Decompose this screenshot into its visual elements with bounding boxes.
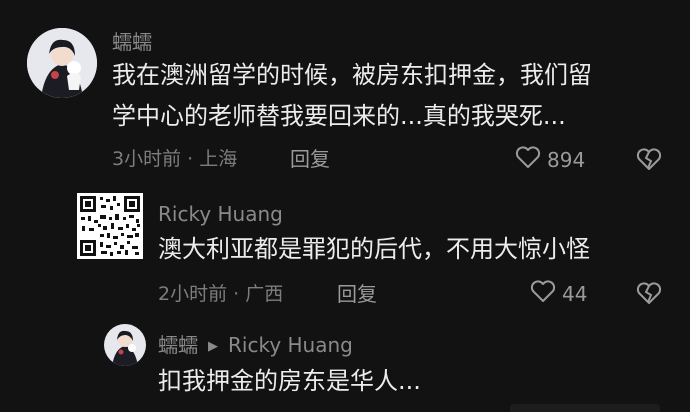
heart-outline-icon <box>515 145 541 174</box>
heart-outline-icon <box>530 279 556 308</box>
avatar[interactable] <box>104 324 146 366</box>
partial-element-bottom <box>510 404 660 412</box>
reply-to-username[interactable]: Ricky Huang <box>228 333 353 357</box>
dislike-button[interactable] <box>636 147 662 175</box>
username[interactable]: 蠕蠕 <box>112 30 152 54</box>
username[interactable]: 蠕蠕 <box>158 333 198 357</box>
like-button[interactable]: 894 <box>515 145 585 174</box>
comment-time-location: 2小时前 · 广西 <box>158 283 284 305</box>
avatar[interactable] <box>27 28 97 98</box>
like-count: 894 <box>547 147 586 172</box>
dislike-button[interactable] <box>636 281 662 309</box>
username[interactable]: Ricky Huang <box>158 202 283 226</box>
triangle-right-icon: ▶ <box>208 339 218 354</box>
comment-text-line-2: 学中心的老师替我要回来的...真的我哭死... <box>112 102 566 130</box>
comment-text-line-1: 我在澳洲留学的时候，被房东扣押金，我们留 <box>112 61 592 89</box>
avatar-qr-code[interactable] <box>77 193 143 259</box>
like-count: 44 <box>562 281 588 306</box>
comment-text: 澳大利亚都是罪犯的后代，不用大惊小怪 <box>158 235 590 263</box>
broken-heart-icon <box>636 148 662 175</box>
broken-heart-icon <box>636 282 662 309</box>
reply-header: 蠕蠕 ▶ Ricky Huang <box>158 333 353 359</box>
like-button[interactable]: 44 <box>530 279 587 308</box>
reply-button[interactable]: 回复 <box>290 147 330 171</box>
comment-time-location: 3小时前 · 上海 <box>112 148 238 170</box>
reply-button[interactable]: 回复 <box>337 282 377 306</box>
comment-text: 扣我押金的房东是华人... <box>158 367 421 395</box>
